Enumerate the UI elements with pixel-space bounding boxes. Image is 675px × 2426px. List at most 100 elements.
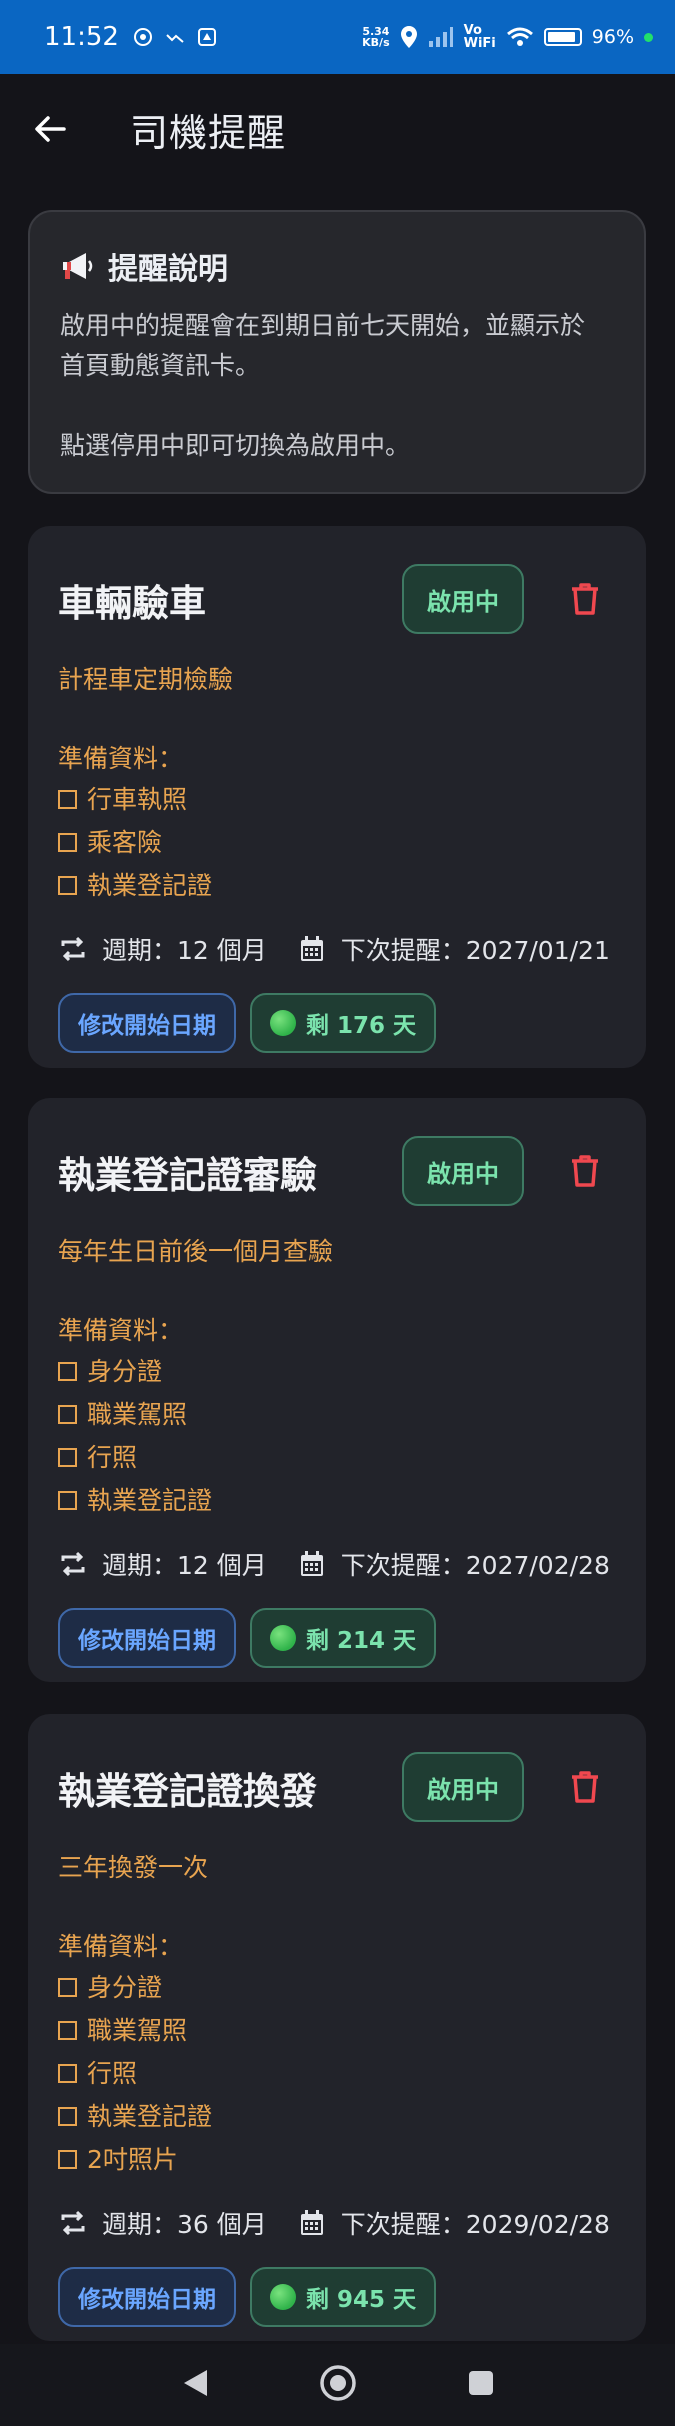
prep-item[interactable]: 行照 bbox=[58, 2052, 616, 2095]
status-right: 5.34 KB/s Vo WiFi 96% bbox=[362, 24, 653, 50]
browser-icon bbox=[133, 28, 152, 46]
location-icon bbox=[400, 26, 417, 48]
vowifi-bottom: WiFi bbox=[463, 36, 496, 51]
checkbox-icon bbox=[58, 790, 77, 809]
repeat-icon bbox=[58, 934, 88, 964]
network-speed: 5.34 KB/s bbox=[362, 26, 389, 48]
reminder-card: 車輛驗車 啟用中 計程車定期檢驗 準備資料： 行車執照 乘客險 執業登記證 週期… bbox=[28, 526, 646, 1068]
checkbox-icon bbox=[58, 876, 77, 895]
prep-item-label: 行照 bbox=[87, 1443, 138, 1472]
prep-item-label: 執業登記證 bbox=[87, 2102, 213, 2131]
app-bar: 司機提醒 bbox=[0, 74, 675, 184]
page-title: 司機提醒 bbox=[130, 110, 287, 155]
prep-item[interactable]: 乘客險 bbox=[58, 821, 616, 864]
info-text-line: 點選停用中即可切換為啟用中。 bbox=[60, 431, 411, 460]
info-title: 提醒說明 bbox=[108, 252, 228, 287]
days-remaining-badge: 剩 176 天 bbox=[250, 993, 437, 1053]
edit-start-date-button[interactable]: 修改開始日期 bbox=[58, 2267, 236, 2327]
signal-wave-icon bbox=[166, 34, 184, 43]
nav-recents-button[interactable] bbox=[467, 2369, 495, 2401]
reminder-card: 執業登記證審驗 啟用中 每年生日前後一個月查驗 準備資料： 身分證 職業駕照 行… bbox=[28, 1098, 646, 1682]
nav-home-button[interactable] bbox=[319, 2364, 357, 2406]
prep-item[interactable]: 執業登記證 bbox=[58, 2095, 616, 2138]
system-nav-bar bbox=[0, 2344, 675, 2426]
prep-item[interactable]: 行車執照 bbox=[58, 778, 616, 821]
megaphone-icon bbox=[63, 253, 93, 279]
prep-item[interactable]: 執業登記證 bbox=[58, 864, 616, 907]
prep-item-label: 行車執照 bbox=[87, 785, 188, 814]
circle-home-icon bbox=[319, 2365, 356, 2401]
prep-item-label: 職業駕照 bbox=[87, 2016, 188, 2045]
app-notification-icon bbox=[197, 28, 216, 46]
prep-item[interactable]: 職業駕照 bbox=[58, 1393, 616, 1436]
calendar-icon bbox=[297, 934, 327, 964]
edit-start-date-button[interactable]: 修改開始日期 bbox=[58, 1608, 236, 1668]
calendar-icon bbox=[297, 1549, 327, 1579]
green-circle-icon bbox=[270, 1625, 296, 1651]
reminder-title: 執業登記證換發 bbox=[58, 1770, 317, 1813]
prep-label: 準備資料： bbox=[58, 1932, 184, 1961]
reminder-meta: 週期：12 個月 下次提醒：2027/02/28 bbox=[58, 1544, 616, 1584]
reminder-card: 執業登記證換發 啟用中 三年換發一次 準備資料： 身分證 職業駕照 行照 執業登… bbox=[28, 1714, 646, 2341]
prep-item[interactable]: 行照 bbox=[58, 1436, 616, 1479]
prep-item[interactable]: 2吋照片 bbox=[58, 2138, 616, 2181]
network-speed-unit: KB/s bbox=[362, 36, 390, 49]
cycle-text: 週期：12 個月 bbox=[102, 936, 267, 965]
prep-item[interactable]: 身分證 bbox=[58, 1350, 616, 1393]
prep-item-label: 職業駕照 bbox=[87, 1400, 188, 1429]
calendar-icon bbox=[297, 2208, 327, 2238]
checkbox-icon bbox=[58, 2107, 77, 2126]
days-remaining-text: 剩 176 天 bbox=[306, 1013, 417, 1039]
prep-item-label: 2吋照片 bbox=[87, 2145, 178, 2174]
prep-item-label: 執業登記證 bbox=[87, 871, 213, 900]
edit-start-date-button[interactable]: 修改開始日期 bbox=[58, 993, 236, 1053]
delete-button[interactable] bbox=[560, 574, 610, 624]
info-card-header: 提醒說明 bbox=[60, 244, 614, 288]
prep-item-label: 行照 bbox=[87, 2059, 138, 2088]
reminder-description: 三年換發一次 bbox=[58, 1853, 209, 1882]
square-recents-icon bbox=[468, 2371, 493, 2395]
checkbox-icon bbox=[58, 2150, 77, 2169]
trash-icon bbox=[572, 583, 598, 615]
reminder-meta: 週期：12 個月 下次提醒：2027/01/21 bbox=[58, 929, 616, 969]
next-reminder-text: 下次提醒：2029/02/28 bbox=[340, 2210, 610, 2239]
enabled-toggle-button[interactable]: 啟用中 bbox=[402, 1136, 524, 1206]
checkbox-icon bbox=[58, 833, 77, 852]
prep-item[interactable]: 身分證 bbox=[58, 1966, 616, 2009]
info-text-line: 啟用中的提醒會在到期日前七天開始，並顯示於 bbox=[60, 311, 586, 340]
info-card: 提醒說明 啟用中的提醒會在到期日前七天開始，並顯示於 首頁動態資訊卡。 點選停用… bbox=[28, 210, 646, 494]
cycle-text: 週期：36 個月 bbox=[102, 2210, 267, 2239]
prep-item[interactable]: 職業駕照 bbox=[58, 2009, 616, 2052]
info-text-line: 首頁動態資訊卡。 bbox=[60, 351, 261, 380]
checkbox-icon bbox=[58, 1448, 77, 1467]
prep-item-label: 身分證 bbox=[87, 1973, 163, 2002]
repeat-icon bbox=[58, 1549, 88, 1579]
trash-icon bbox=[572, 1771, 598, 1803]
triangle-back-icon bbox=[183, 2370, 207, 2396]
prep-item[interactable]: 執業登記證 bbox=[58, 1479, 616, 1522]
battery-icon bbox=[543, 28, 582, 46]
delete-button[interactable] bbox=[560, 1146, 610, 1196]
checkbox-icon bbox=[58, 1978, 77, 1997]
checkbox-icon bbox=[58, 1491, 77, 1510]
delete-button[interactable] bbox=[560, 1762, 610, 1812]
cell-signal-icon bbox=[428, 27, 453, 47]
days-remaining-text: 剩 214 天 bbox=[306, 1628, 417, 1654]
next-reminder-text: 下次提醒：2027/02/28 bbox=[340, 1551, 610, 1580]
status-time: 11:52 bbox=[44, 22, 119, 52]
checkbox-icon bbox=[58, 1362, 77, 1381]
back-button[interactable] bbox=[20, 99, 80, 159]
checkbox-icon bbox=[58, 2064, 77, 2083]
reminder-meta: 週期：36 個月 下次提醒：2029/02/28 bbox=[58, 2203, 616, 2243]
cycle-text: 週期：12 個月 bbox=[102, 1551, 267, 1580]
reminder-title: 車輛驗車 bbox=[58, 582, 206, 625]
days-remaining-badge: 剩 214 天 bbox=[250, 1608, 437, 1668]
prep-item-label: 乘客險 bbox=[87, 828, 163, 857]
prep-item-label: 身分證 bbox=[87, 1357, 163, 1386]
nav-back-button[interactable] bbox=[181, 2368, 209, 2402]
reminder-description: 每年生日前後一個月查驗 bbox=[58, 1237, 334, 1266]
trash-icon bbox=[572, 1155, 598, 1187]
enabled-toggle-button[interactable]: 啟用中 bbox=[402, 564, 524, 634]
checkbox-icon bbox=[58, 2021, 77, 2040]
enabled-toggle-button[interactable]: 啟用中 bbox=[402, 1752, 524, 1822]
